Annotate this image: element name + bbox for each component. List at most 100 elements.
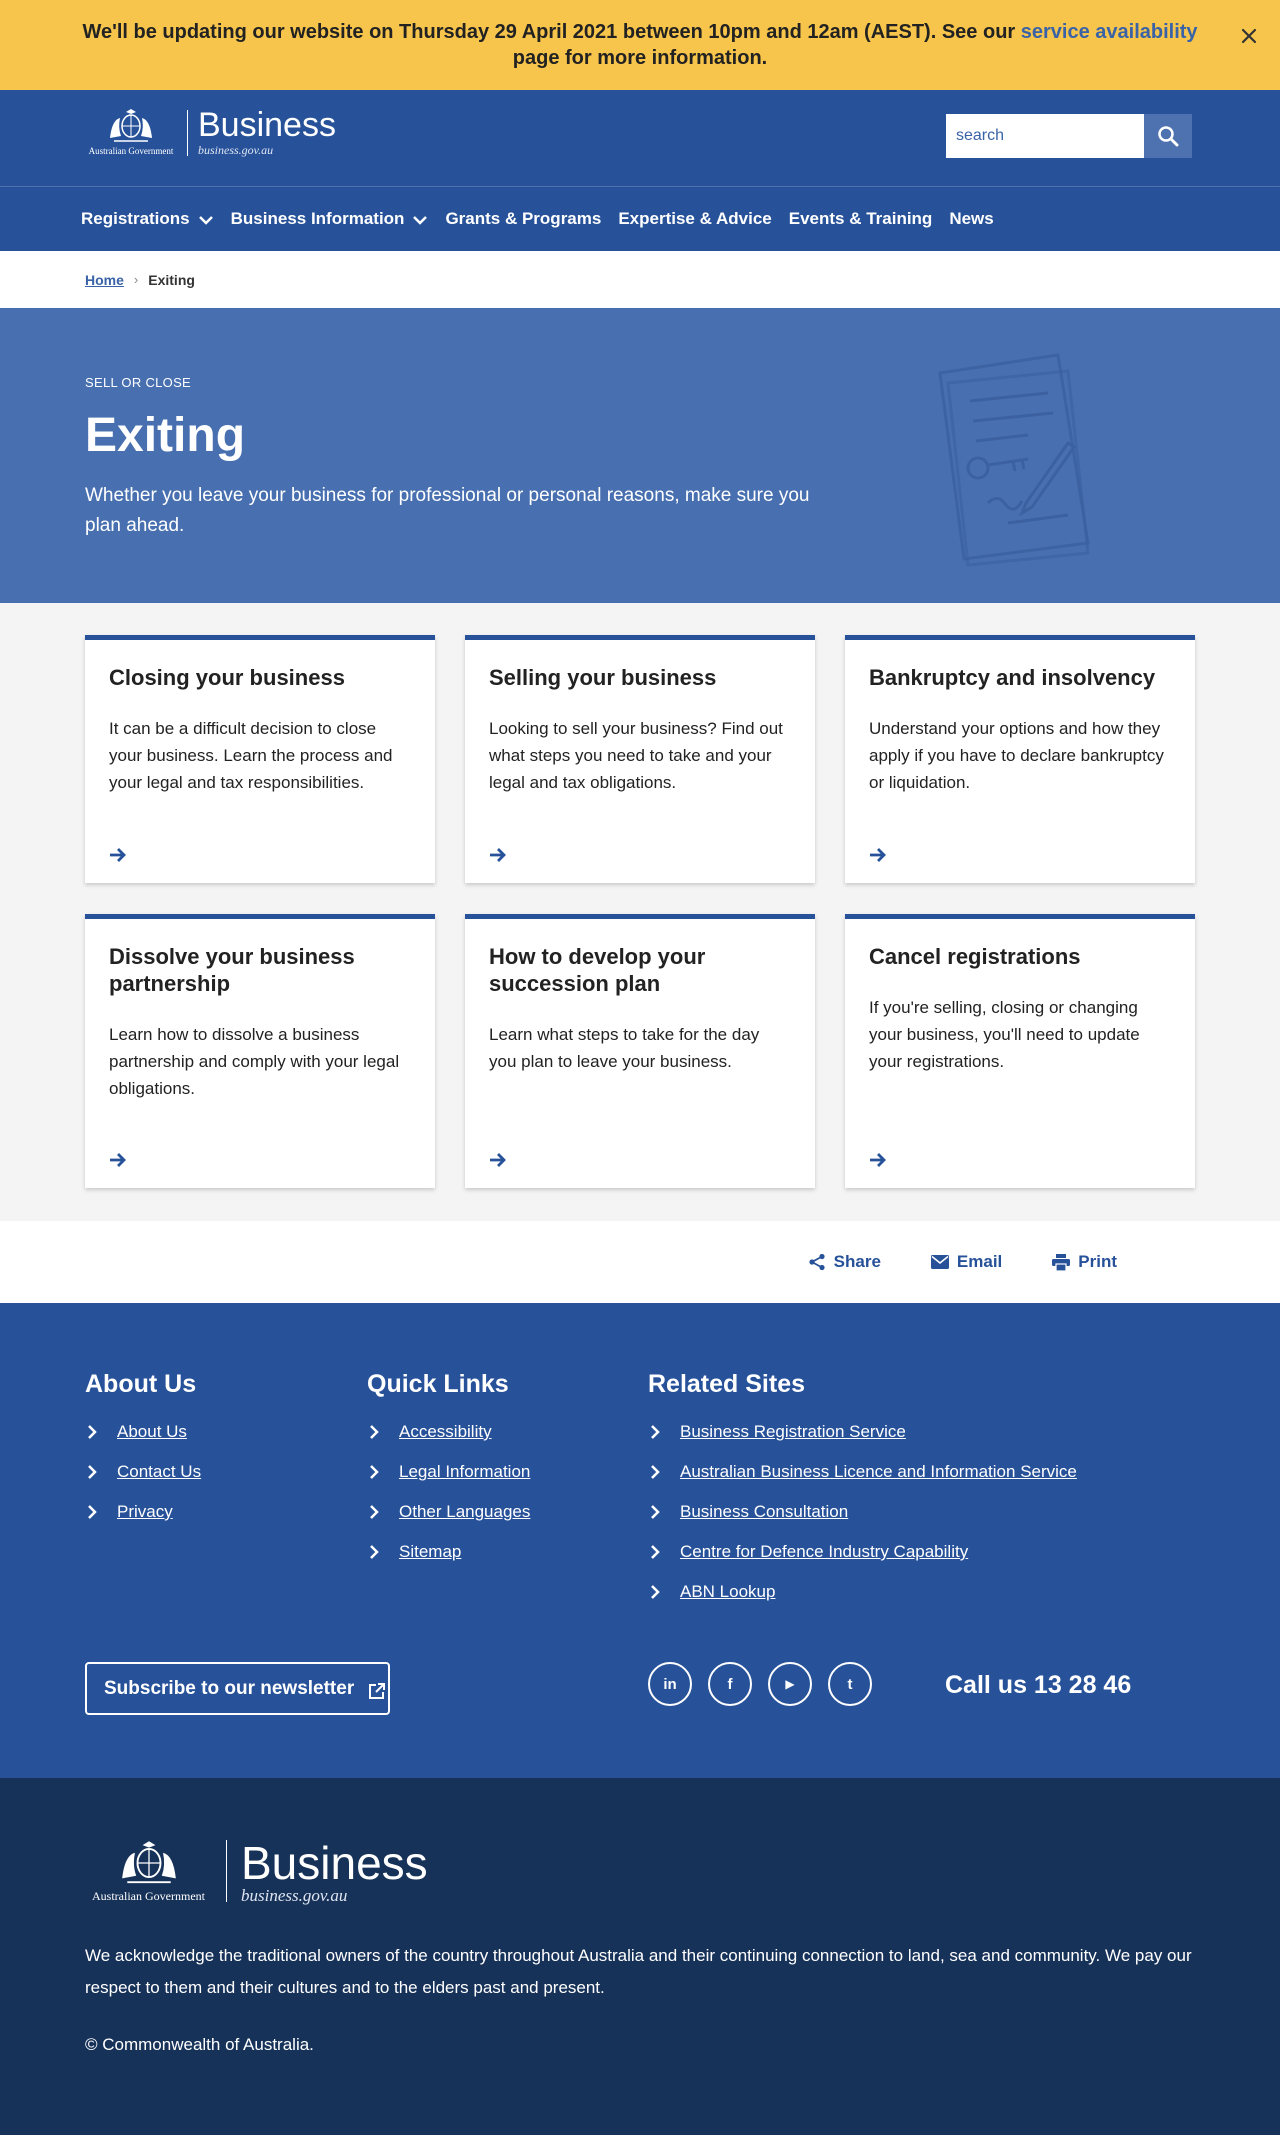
footer-link-privacy[interactable]: Privacy	[85, 1492, 201, 1532]
email-label: Email	[956, 1252, 1003, 1271]
search-form	[946, 114, 1192, 158]
alert-banner: We'll be updating our website on Thursda…	[0, 0, 1280, 90]
nav-label: News	[949, 209, 994, 228]
search-button[interactable]	[1144, 114, 1192, 158]
hero-banner: SELL OR CLOSE Exiting Whether you leave …	[0, 308, 1280, 603]
print-button[interactable]: Print	[1052, 1252, 1117, 1272]
footer-bottom: Australian Government Business business.…	[0, 1778, 1280, 2135]
footer-link-business-registration-service[interactable]: Business Registration Service	[648, 1412, 1077, 1452]
nav-item-events-training[interactable]: Events & Training	[789, 209, 933, 229]
card-closing-your-business[interactable]: Closing your business It can be a diffic…	[85, 635, 435, 883]
card-description: It can be a difficult decision to close …	[109, 719, 393, 792]
nav-label: Registrations	[81, 209, 190, 228]
newsletter-label: Subscribe to our newsletter	[104, 1677, 355, 1699]
card-title: Closing your business	[109, 665, 345, 690]
nav-item-business-information[interactable]: Business Information	[231, 209, 429, 229]
linkedin-icon[interactable]: in	[648, 1662, 692, 1706]
nav-item-grants-programs[interactable]: Grants & Programs	[445, 209, 601, 229]
footer-link-defence-industry[interactable]: Centre for Defence Industry Capability	[648, 1532, 1077, 1572]
card-description: Learn what steps to take for the day you…	[489, 1025, 760, 1071]
chevron-right-icon	[651, 1465, 660, 1479]
footer-link-label: Business Registration Service	[680, 1422, 906, 1441]
footer-link-label: About Us	[117, 1422, 187, 1441]
nav-item-news[interactable]: News	[949, 209, 993, 229]
card-title: Cancel registrations	[869, 944, 1081, 969]
footer-link-contact-us[interactable]: Contact Us	[85, 1452, 201, 1492]
chevron-down-icon	[413, 216, 428, 225]
alert-text-after: page for more information.	[512, 47, 768, 69]
hero-description: Whether you leave your business for prof…	[85, 485, 810, 536]
call-us-phone[interactable]: Call us 13 28 46	[945, 1671, 1131, 1700]
nav-label: Events & Training	[788, 209, 933, 228]
card-description: Looking to sell your business? Find out …	[489, 719, 783, 792]
footer-quick-links-column: Quick Links Accessibility Legal Informat…	[367, 1370, 530, 1572]
footer-link-label: Australian Business Licence and Informat…	[680, 1462, 1077, 1481]
brand-divider	[226, 1840, 227, 1902]
card-develop-succession-plan[interactable]: How to develop your succession plan Lear…	[465, 914, 815, 1188]
twitter-icon[interactable]: t	[828, 1662, 872, 1706]
arrow-right-icon	[870, 1153, 886, 1167]
card-dissolve-your-business-partnership[interactable]: Dissolve your business partnership Learn…	[85, 914, 435, 1188]
site-logo[interactable]: Australian Government Business business.…	[85, 108, 336, 158]
facebook-icon[interactable]: f	[708, 1662, 752, 1706]
main-nav: Registrations Business Information Grant…	[0, 187, 1280, 251]
footer-link-other-languages[interactable]: Other Languages	[367, 1492, 530, 1532]
share-button[interactable]: Share	[808, 1252, 881, 1272]
share-label: Share	[833, 1252, 881, 1271]
brand-name: Business	[198, 106, 336, 144]
footer-related-sites-column: Related Sites Business Registration Serv…	[648, 1370, 1077, 1612]
coat-of-arms-logo: Australian Government	[85, 1840, 212, 1906]
footer-link-label: Business Consultation	[680, 1502, 849, 1521]
hero-eyebrow: SELL OR CLOSE	[85, 375, 192, 390]
search-input[interactable]	[946, 114, 1144, 158]
footer-link-business-consultation[interactable]: Business Consultation	[648, 1492, 1077, 1532]
print-label: Print	[1078, 1252, 1117, 1271]
share-bar: Share Email Print	[0, 1221, 1280, 1303]
footer-link-label: Other Languages	[399, 1502, 531, 1521]
card-cancel-registrations[interactable]: Cancel registrations If you're selling, …	[845, 914, 1195, 1188]
close-icon[interactable]	[1236, 22, 1262, 48]
card-title: Selling your business	[489, 665, 717, 690]
footer-link-legal-information[interactable]: Legal Information	[367, 1452, 530, 1492]
crest-text: Australian Government	[92, 1889, 205, 1903]
footer-link-about-us[interactable]: About Us	[85, 1412, 201, 1452]
footer-link-label: Accessibility	[399, 1422, 492, 1441]
youtube-icon[interactable]: ▶	[768, 1662, 812, 1706]
breadcrumb-current: Exiting	[148, 271, 195, 288]
card-title: Dissolve your business partnership	[109, 944, 355, 996]
external-link-icon	[369, 1682, 386, 1699]
footer-link-abn-lookup[interactable]: ABN Lookup	[648, 1572, 1077, 1612]
footer-logo[interactable]: Australian Government Business business.…	[85, 1840, 428, 1906]
footer-link-accessibility[interactable]: Accessibility	[367, 1412, 530, 1452]
footer-link-label: ABN Lookup	[680, 1582, 776, 1601]
card-bankruptcy-and-insolvency[interactable]: Bankruptcy and insolvency Understand you…	[845, 635, 1195, 883]
site-footer: About Us About Us Contact Us Privacy Qui…	[0, 1303, 1280, 1778]
breadcrumb-home-link[interactable]: Home	[85, 272, 124, 288]
chevron-right-icon	[370, 1425, 379, 1439]
arrow-right-icon	[490, 1153, 506, 1167]
nav-item-expertise-advice[interactable]: Expertise & Advice	[618, 209, 771, 229]
email-icon	[930, 1255, 949, 1269]
arrow-right-icon	[870, 848, 886, 862]
site-header: Australian Government Business business.…	[0, 90, 1280, 187]
service-availability-link[interactable]: service availability	[1021, 21, 1198, 43]
card-selling-your-business[interactable]: Selling your business Looking to sell yo…	[465, 635, 815, 883]
brand-url: business.gov.au	[241, 1886, 348, 1905]
chevron-right-icon	[651, 1585, 660, 1599]
search-icon	[1158, 126, 1179, 147]
social-links: in f ▶ t	[648, 1662, 888, 1706]
chevron-right-icon	[370, 1545, 379, 1559]
email-button[interactable]: Email	[930, 1252, 1003, 1272]
alert-message: We'll be updating our website on Thursda…	[70, 19, 1210, 71]
print-icon	[1052, 1253, 1071, 1271]
footer-link-ablis[interactable]: Australian Business Licence and Informat…	[648, 1452, 1077, 1492]
brand-name: Business	[241, 1837, 428, 1889]
footer-link-sitemap[interactable]: Sitemap	[367, 1532, 530, 1572]
nav-label: Expertise & Advice	[618, 209, 772, 228]
brand-divider	[187, 110, 188, 156]
chevron-right-icon	[651, 1545, 660, 1559]
footer-link-label: Centre for Defence Industry Capability	[680, 1542, 969, 1561]
card-description: If you're selling, closing or changing y…	[869, 998, 1140, 1071]
subscribe-newsletter-button[interactable]: Subscribe to our newsletter	[85, 1662, 390, 1715]
nav-item-registrations[interactable]: Registrations	[81, 209, 214, 229]
